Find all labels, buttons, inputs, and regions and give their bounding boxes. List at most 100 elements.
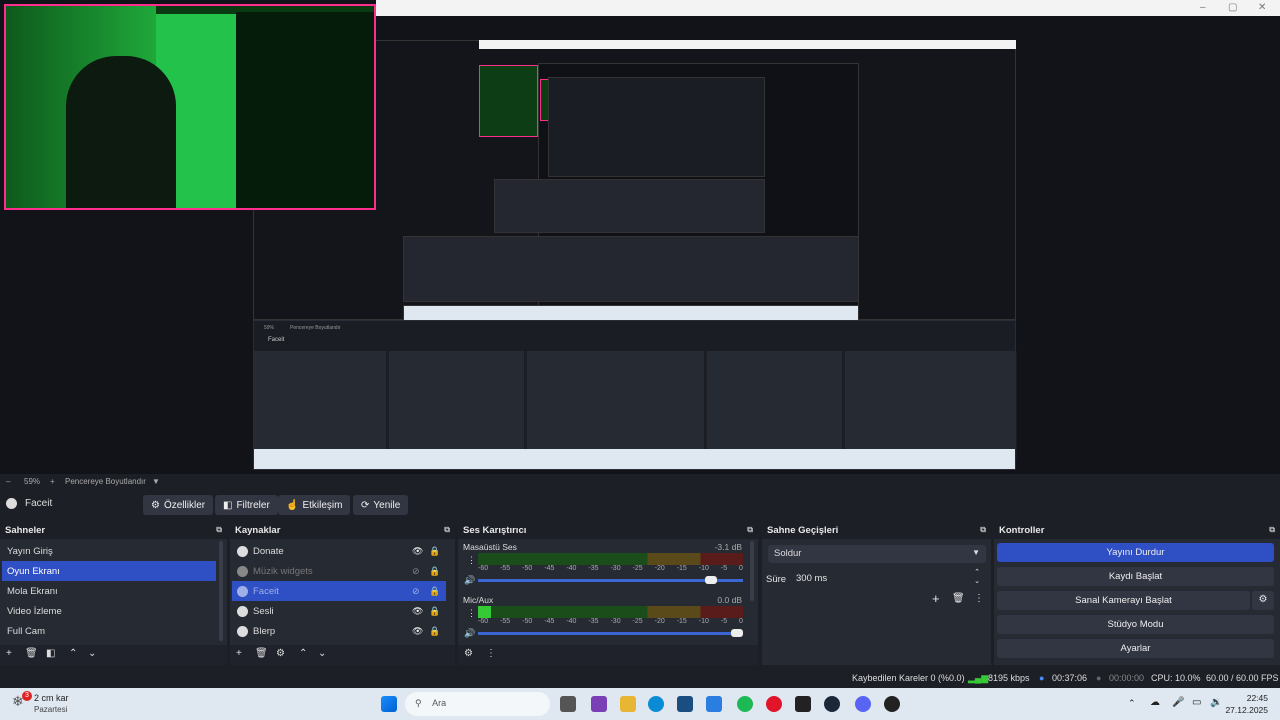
meter-tick-label: -35 (588, 565, 599, 572)
edge-icon[interactable] (648, 696, 664, 712)
microphone-icon[interactable]: 🎤 (1172, 697, 1184, 708)
duration-label: Süre (766, 574, 787, 585)
eye-icon[interactable]: 👁 (412, 606, 423, 617)
source-item[interactable]: Sesli 👁 🔒 (232, 601, 446, 621)
scenes-dock: Sahneler ⧉ Yayın Giriş Oyun Ekranı Mola E… (0, 521, 227, 665)
volume-icon[interactable]: 🔉 (1210, 697, 1222, 708)
clock-time[interactable]: 22:45 (1230, 693, 1268, 703)
scene-item-selected[interactable]: Oyun Ekranı (2, 561, 216, 581)
speaker-icon[interactable]: 🔊 (464, 575, 475, 586)
source-item[interactable]: Müzik widgets ⊘ 🔒 (232, 561, 446, 581)
gear-icon[interactable]: ⚙ (276, 648, 285, 659)
undock-icon[interactable]: ⧉ (980, 525, 986, 535)
webcam-source[interactable] (4, 4, 376, 210)
lock-icon[interactable]: 🔒 (429, 586, 440, 597)
scene-item[interactable]: Full Cam (2, 621, 216, 641)
weather-widget[interactable]: ❄ 3 (12, 691, 32, 713)
source-item-selected[interactable]: Faceit ⊘ 🔒 (232, 581, 446, 601)
eye-hidden-icon[interactable]: ⊘ (412, 586, 420, 597)
stop-stream-button[interactable]: Yayını Durdur (997, 543, 1274, 562)
eye-icon[interactable]: 👁 (412, 546, 423, 557)
mixer-scrollbar[interactable] (750, 541, 754, 601)
add-scene-icon[interactable]: + (6, 648, 12, 659)
file-explorer-icon[interactable] (620, 696, 636, 712)
zoom-dropdown-icon[interactable]: ▼ (152, 477, 160, 486)
zoom-plus[interactable]: + (50, 477, 55, 486)
vcam-settings-button[interactable]: ⚙ (1252, 591, 1274, 610)
meter-tick-label: -60 (478, 618, 489, 625)
interact-button[interactable]: ☝ Etkileşim (278, 495, 351, 515)
start-virtual-camera-button[interactable]: Sanal Kamerayı Başlat (997, 591, 1250, 610)
scene-item[interactable]: Yayın Giriş (2, 541, 216, 561)
undock-icon[interactable]: ⧉ (216, 525, 222, 535)
duration-spinbox[interactable]: 300 ms ⌃ ⌄ (790, 569, 986, 587)
refresh-button[interactable]: ⟳ Yenile (353, 495, 409, 515)
spin-arrows-icon[interactable]: ⌃ ⌄ (974, 568, 980, 586)
app-icon[interactable] (795, 696, 811, 712)
opera-icon[interactable] (766, 696, 782, 712)
trash-icon[interactable]: 🗑 (25, 648, 38, 659)
clock-date[interactable]: 27.12.2025 (1222, 705, 1268, 715)
app-icon[interactable] (591, 696, 607, 712)
record-status-icon: ● (1096, 673, 1102, 683)
scene-item[interactable]: Mola Ekranı (2, 581, 216, 601)
properties-button[interactable]: ⚙ Özellikler (143, 495, 214, 515)
source-item[interactable]: Blerp 👁 🔒 (232, 621, 446, 641)
cloud-icon[interactable]: ☁ (1150, 697, 1160, 708)
kebab-menu-icon[interactable]: ⋮ (486, 648, 496, 659)
trash-icon[interactable]: 🗑 (952, 593, 965, 604)
zoom-minus[interactable]: – (6, 477, 10, 486)
start-recording-button[interactable]: Kaydı Başlat (997, 567, 1274, 586)
studio-mode-button[interactable]: Stüdyo Modu (997, 615, 1274, 634)
lock-icon[interactable]: 🔒 (429, 566, 440, 577)
kebab-menu-icon[interactable]: ⋮ (467, 608, 476, 619)
scene-item[interactable]: Video İzleme (2, 601, 216, 621)
spotify-icon[interactable] (737, 696, 753, 712)
windows-start-icon[interactable] (381, 696, 397, 712)
zoom-fit-label[interactable]: Pencereye Boyutlandır (65, 477, 146, 486)
trash-icon[interactable]: 🗑 (255, 648, 268, 659)
kebab-menu-icon[interactable]: ⋮ (974, 593, 984, 604)
move-down-icon[interactable]: ⌄ (318, 648, 326, 659)
advanced-audio-icon[interactable]: ⚙ (464, 648, 473, 659)
speaker-icon[interactable]: 🔊 (464, 628, 475, 639)
volume-slider[interactable] (478, 576, 743, 584)
network-icon[interactable]: ▭ (1192, 697, 1201, 708)
move-up-icon[interactable]: ⌃ (69, 648, 77, 659)
kebab-menu-icon[interactable]: ⋮ (467, 555, 476, 566)
lock-icon[interactable]: 🔒 (429, 626, 440, 637)
scenes-scrollbar[interactable] (219, 541, 223, 641)
app-icon[interactable] (706, 696, 722, 712)
steam-icon[interactable] (824, 696, 840, 712)
eye-icon[interactable]: 👁 (412, 626, 423, 637)
volume-slider[interactable] (478, 629, 743, 637)
volume-slider-handle[interactable] (704, 576, 717, 584)
preview-canvas[interactable]: – ▢ ✕ Faceit 59% Pencereye Boyutlandır (0, 0, 1280, 474)
filters-button[interactable]: ◧ Filtreler (215, 495, 278, 515)
eye-hidden-icon[interactable]: ⊘ (412, 566, 420, 577)
taskbar-search[interactable]: ⚲ Ara (405, 692, 550, 716)
source-item[interactable]: Donate 👁 🔒 (232, 541, 446, 561)
cam-bg-right (236, 12, 374, 208)
task-view-icon[interactable] (560, 696, 576, 712)
lock-icon[interactable]: 🔒 (429, 606, 440, 617)
meter-tick-label: -45 (544, 618, 555, 625)
chevron-up-icon[interactable]: ⌃ (1128, 698, 1136, 709)
add-transition-icon[interactable]: + (932, 591, 940, 606)
undock-icon[interactable]: ⧉ (1269, 525, 1275, 535)
move-down-icon[interactable]: ⌄ (88, 648, 96, 659)
add-source-icon[interactable]: + (236, 648, 242, 659)
lock-icon[interactable]: 🔒 (429, 546, 440, 557)
undock-icon[interactable]: ⧉ (747, 525, 753, 535)
store-icon[interactable] (677, 696, 693, 712)
obs-icon[interactable] (884, 696, 900, 712)
transition-select[interactable]: Soldur ▼ (768, 545, 986, 563)
volume-slider-handle[interactable] (731, 629, 743, 637)
meter-tick-label: -15 (676, 618, 687, 625)
undock-icon[interactable]: ⧉ (444, 525, 450, 535)
filter-icon[interactable]: ◧ (46, 648, 55, 659)
settings-button[interactable]: Ayarlar (997, 639, 1274, 658)
discord-icon[interactable] (855, 696, 871, 712)
move-up-icon[interactable]: ⌃ (299, 648, 307, 659)
zoom-level: 59% (24, 477, 41, 486)
